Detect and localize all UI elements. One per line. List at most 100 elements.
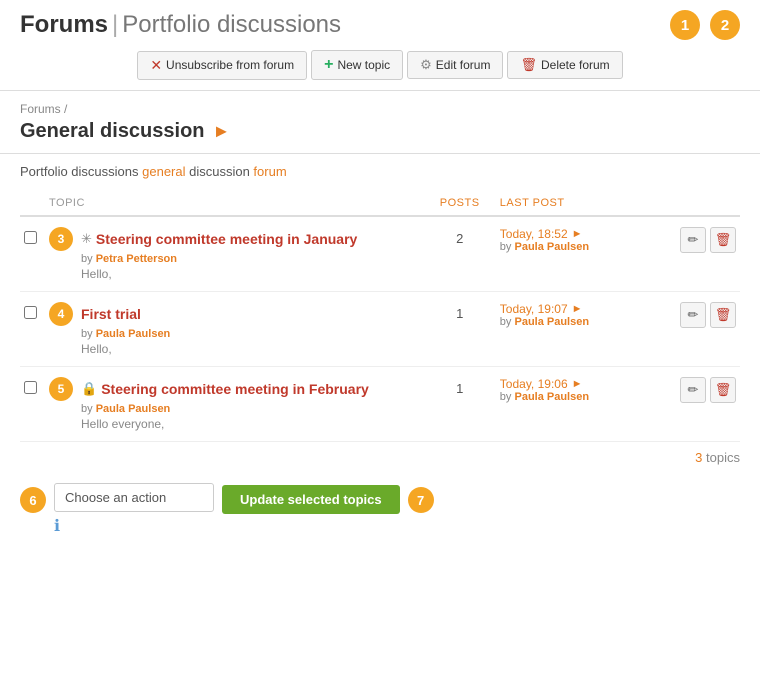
- new-topic-label: New topic: [337, 58, 390, 72]
- topic-checkbox-2[interactable]: [24, 381, 37, 394]
- lastpost-time: Today, 19:06 ►: [500, 377, 668, 391]
- actions-cell: ✏ 🗑: [676, 367, 740, 442]
- topic-checkbox-0[interactable]: [24, 231, 37, 244]
- lastpost-author-link[interactable]: Paula Paulsen: [514, 241, 589, 253]
- badge-3: 3: [49, 227, 73, 251]
- count-number: 3: [695, 450, 702, 465]
- new-topic-button[interactable]: + New topic: [311, 50, 403, 80]
- edit-topic-button[interactable]: ✏: [680, 227, 706, 253]
- info-icon[interactable]: ℹ: [54, 516, 214, 536]
- lastpost-author-link[interactable]: Paula Paulsen: [514, 316, 589, 328]
- header-badges: 1 2: [670, 10, 740, 40]
- col-checkbox: [20, 191, 41, 216]
- header-area: Forums | Portfolio discussions 1 2: [0, 0, 760, 46]
- lastpost-author-link[interactable]: Paula Paulsen: [514, 391, 589, 403]
- edit-forum-label: Edit forum: [436, 58, 491, 72]
- topic-preview: Hello everyone,: [81, 417, 420, 431]
- topic-preview: Hello,: [81, 267, 420, 281]
- badge-7: 7: [408, 487, 434, 513]
- posts-cell: 2: [428, 216, 492, 292]
- badge-2: 2: [710, 10, 740, 40]
- topic-author: by Paula Paulsen: [81, 328, 420, 340]
- forum-title: General discussion: [20, 120, 205, 143]
- rss-small-icon: ►: [572, 303, 583, 315]
- lastpost-cell: Today, 18:52 ► by Paula Paulsen: [492, 216, 676, 292]
- actions-cell: ✏ 🗑: [676, 292, 740, 367]
- topic-check-cell: [20, 216, 41, 292]
- delete-topic-button[interactable]: 🗑: [710, 227, 736, 253]
- topic-author-link[interactable]: Petra Petterson: [96, 253, 177, 265]
- rss-icon: ►︎: [213, 121, 231, 142]
- update-button[interactable]: Update selected topics: [222, 485, 400, 514]
- delete-forum-label: Delete forum: [541, 58, 610, 72]
- col-actions-header: [676, 191, 740, 216]
- topic-title-link[interactable]: First trial: [81, 306, 141, 322]
- topic-title-cell: 4 First trial by Paula Paulsen Hello,: [41, 292, 428, 367]
- posts-cell: 1: [428, 367, 492, 442]
- gear-icon: ⚙: [420, 57, 432, 73]
- table-row: 3 ✳ Steering committee meeting in Januar…: [20, 216, 740, 292]
- bottom-bar: 6 Choose an action Delete selected Move …: [0, 473, 760, 552]
- rss-small-icon: ►: [572, 228, 583, 240]
- header-sep: |: [112, 11, 118, 39]
- lastpost-time: Today, 19:07 ►: [500, 302, 668, 316]
- table-row: 5 🔒 Steering committee meeting in Februa…: [20, 367, 740, 442]
- breadcrumb-area: Forums /: [0, 91, 760, 118]
- forum-title-area: General discussion ►︎: [0, 118, 760, 154]
- breadcrumb: Forums /: [20, 102, 67, 116]
- topic-check-cell: [20, 367, 41, 442]
- lastpost-by: by Paula Paulsen: [500, 391, 668, 403]
- badge-1: 1: [670, 10, 700, 40]
- topic-check-cell: [20, 292, 41, 367]
- unsubscribe-button[interactable]: ✕ Unsubscribe from forum: [137, 51, 307, 80]
- desc-link-forum[interactable]: forum: [253, 164, 286, 179]
- topic-title-cell: 5 🔒 Steering committee meeting in Februa…: [41, 367, 428, 442]
- lock-icon: 🔒: [81, 381, 97, 397]
- desc-link-general[interactable]: general: [142, 164, 185, 179]
- topic-author: by Petra Petterson: [81, 253, 420, 265]
- lastpost-cell: Today, 19:07 ► by Paula Paulsen: [492, 292, 676, 367]
- badge-6: 6: [20, 487, 46, 513]
- topic-title-link[interactable]: Steering committee meeting in January: [96, 231, 357, 247]
- toolbar: ✕ Unsubscribe from forum + New topic ⚙ E…: [0, 46, 760, 91]
- unsubscribe-label: Unsubscribe from forum: [166, 58, 294, 72]
- edit-topic-button[interactable]: ✏: [680, 377, 706, 403]
- delete-topic-button[interactable]: 🗑: [710, 377, 736, 403]
- desc-text1: Portfolio discussions: [20, 164, 142, 179]
- posts-cell: 1: [428, 292, 492, 367]
- rss-small-icon: ►: [572, 378, 583, 390]
- badge-5: 5: [49, 377, 73, 401]
- x-icon: ✕: [150, 57, 162, 74]
- lastpost-by: by Paula Paulsen: [500, 316, 668, 328]
- lastpost-time: Today, 18:52 ►: [500, 227, 668, 241]
- topic-preview: Hello,: [81, 342, 420, 356]
- table-row: 4 First trial by Paula Paulsen Hello, 1 …: [20, 292, 740, 367]
- col-topic-header: TOPIC: [41, 191, 428, 216]
- action-select-wrapper: Choose an action Delete selected Move se…: [54, 483, 214, 536]
- breadcrumb-sep: /: [64, 102, 67, 116]
- col-posts-header: POSTS: [428, 191, 492, 216]
- edit-forum-button[interactable]: ⚙ Edit forum: [407, 51, 503, 79]
- lastpost-cell: Today, 19:06 ► by Paula Paulsen: [492, 367, 676, 442]
- delete-forum-button[interactable]: 🗑 Delete forum: [507, 51, 622, 79]
- table-header-row: TOPIC POSTS LAST POST: [20, 191, 740, 216]
- footer-count-area: 3 topics: [0, 442, 760, 473]
- sticky-icon: ✳: [81, 231, 92, 247]
- header-forums: Forums: [20, 11, 108, 39]
- breadcrumb-forums-link[interactable]: Forums: [20, 102, 61, 116]
- col-lastpost-header: LAST POST: [492, 191, 676, 216]
- forum-description: Portfolio discussions general discussion…: [0, 154, 760, 191]
- topic-title-link[interactable]: Steering committee meeting in February: [101, 381, 369, 397]
- topic-checkbox-1[interactable]: [24, 306, 37, 319]
- action-select[interactable]: Choose an action Delete selected Move se…: [54, 483, 214, 512]
- edit-topic-button[interactable]: ✏: [680, 302, 706, 328]
- badge-4: 4: [49, 302, 73, 326]
- topic-author-link[interactable]: Paula Paulsen: [96, 403, 171, 415]
- topic-author: by Paula Paulsen: [81, 403, 420, 415]
- topics-count: 3 topics: [695, 450, 740, 465]
- delete-topic-button[interactable]: 🗑: [710, 302, 736, 328]
- actions-cell: ✏ 🗑: [676, 216, 740, 292]
- header-subtitle: Portfolio discussions: [122, 11, 341, 39]
- topics-label: topics: [706, 450, 740, 465]
- topic-author-link[interactable]: Paula Paulsen: [96, 328, 171, 340]
